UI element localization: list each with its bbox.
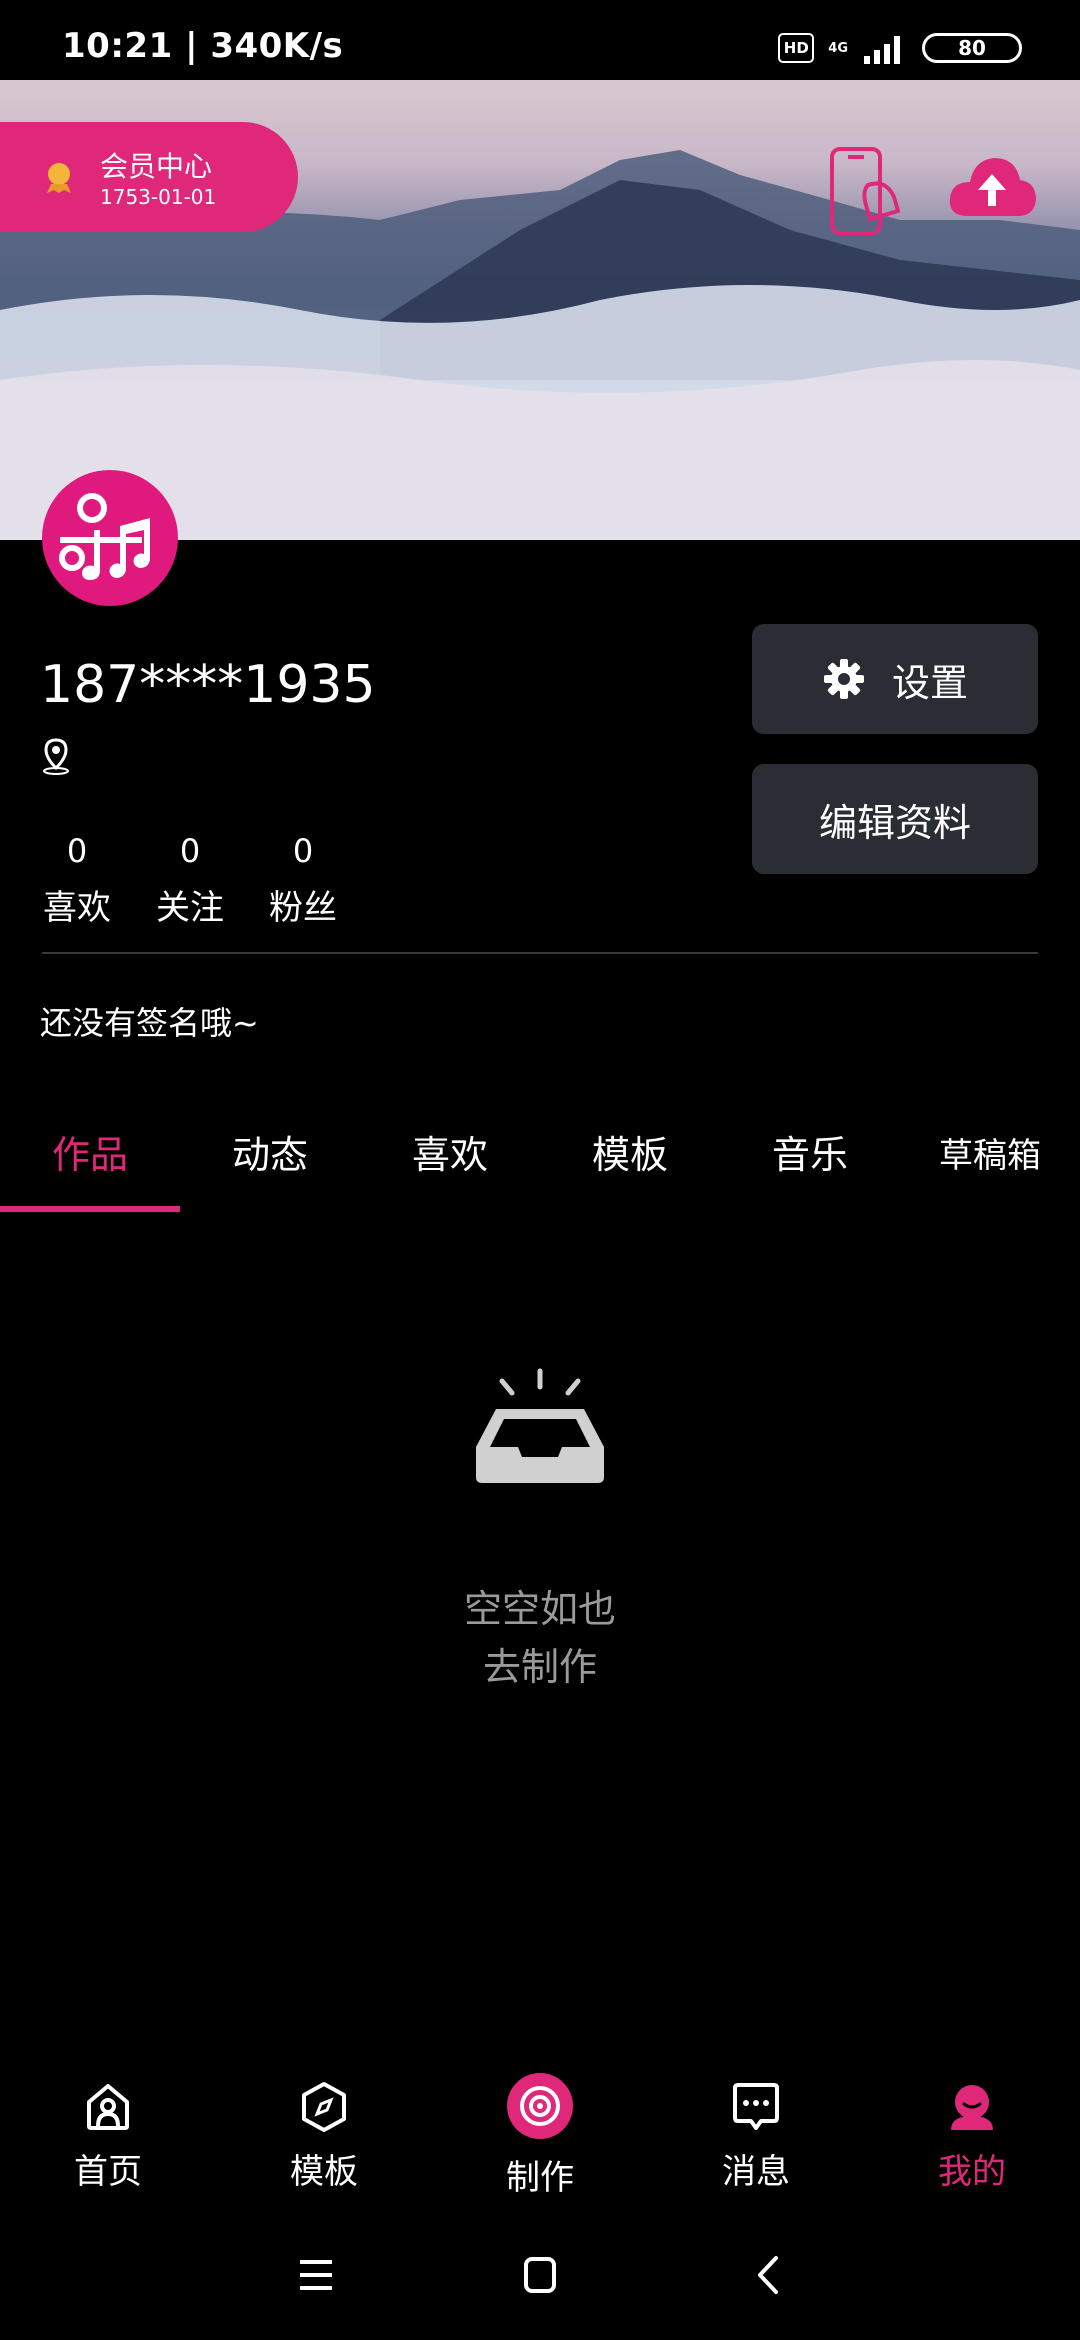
message-icon bbox=[733, 2083, 779, 2130]
nav-create[interactable]: 制作 bbox=[470, 2072, 610, 2199]
gear-icon bbox=[823, 659, 864, 699]
scissors-music-icon bbox=[59, 493, 150, 580]
tab-moments[interactable]: 动态 bbox=[180, 1124, 360, 1179]
nav-templates[interactable]: 模板 bbox=[254, 2080, 394, 2193]
nav-profile-label: 我的 bbox=[938, 2152, 1006, 2192]
profile-icon bbox=[951, 2085, 993, 2130]
hd-icon: HD bbox=[778, 33, 815, 63]
stat-followers-label: 粉丝 bbox=[269, 888, 337, 928]
battery-level: 80 bbox=[958, 36, 986, 60]
battery-icon: 80 bbox=[922, 33, 1022, 63]
nav-profile[interactable]: 我的 bbox=[902, 2080, 1042, 2193]
username: 187****1935 bbox=[40, 655, 376, 715]
vip-date: 1753-01-01 bbox=[100, 185, 217, 209]
edit-profile-label: 编辑资料 bbox=[818, 800, 971, 845]
tab-drafts[interactable]: 草稿箱 bbox=[900, 1128, 1080, 1177]
divider bbox=[42, 952, 1038, 954]
network-indicator: 4G bbox=[828, 42, 848, 55]
compass-icon bbox=[302, 2082, 346, 2132]
stat-followers[interactable]: 0 粉丝 bbox=[258, 832, 348, 929]
home-icon bbox=[87, 2084, 129, 2130]
empty-inbox-icon bbox=[476, 1368, 604, 1483]
cloud-upload-icon[interactable] bbox=[946, 150, 1038, 222]
create-icon bbox=[507, 2073, 573, 2139]
back-icon[interactable] bbox=[738, 2250, 798, 2300]
stat-following[interactable]: 0 关注 bbox=[145, 832, 235, 929]
home-button-icon[interactable] bbox=[510, 2250, 570, 2300]
tab-indicator bbox=[0, 1206, 180, 1212]
stat-following-count: 0 bbox=[179, 832, 201, 870]
tab-likes[interactable]: 喜欢 bbox=[360, 1124, 540, 1179]
signal-icon bbox=[864, 36, 900, 64]
tab-music[interactable]: 音乐 bbox=[720, 1124, 900, 1179]
settings-label: 设置 bbox=[891, 660, 968, 705]
nav-messages[interactable]: 消息 bbox=[686, 2080, 826, 2193]
status-time: 10:21 | 340K/s bbox=[62, 26, 344, 66]
nav-create-label: 制作 bbox=[506, 2158, 574, 2198]
signature[interactable]: 还没有签名哦~ bbox=[40, 998, 259, 1044]
tab-works[interactable]: 作品 bbox=[0, 1124, 180, 1179]
stat-followers-count: 0 bbox=[292, 832, 314, 870]
vip-title: 会员中心 bbox=[100, 150, 213, 183]
network-type: 4G bbox=[828, 40, 848, 56]
stat-likes-label: 喜欢 bbox=[43, 888, 111, 928]
empty-state-text: 空空如也 bbox=[463, 1587, 616, 1631]
create-link[interactable]: 去制作 bbox=[0, 1636, 1080, 1691]
stat-likes-count: 0 bbox=[66, 832, 88, 870]
menu-icon[interactable] bbox=[286, 2250, 346, 2300]
edit-profile-button[interactable]: 编辑资料 bbox=[752, 764, 1038, 874]
stat-likes[interactable]: 0 喜欢 bbox=[32, 832, 122, 929]
stat-following-label: 关注 bbox=[156, 888, 224, 928]
nav-home-label: 首页 bbox=[74, 2152, 142, 2192]
location-icon[interactable] bbox=[40, 736, 72, 776]
medal-icon bbox=[47, 163, 71, 193]
nav-messages-label: 消息 bbox=[722, 2152, 790, 2192]
status-icons: HD 4G 80 bbox=[778, 30, 1022, 66]
avatar[interactable] bbox=[42, 470, 178, 606]
nav-templates-label: 模板 bbox=[290, 2152, 358, 2192]
phone-bell-icon[interactable] bbox=[828, 145, 900, 237]
nav-home[interactable]: 首页 bbox=[38, 2080, 178, 2193]
tab-templates[interactable]: 模板 bbox=[540, 1124, 720, 1179]
settings-button[interactable]: 设置 bbox=[752, 624, 1038, 734]
